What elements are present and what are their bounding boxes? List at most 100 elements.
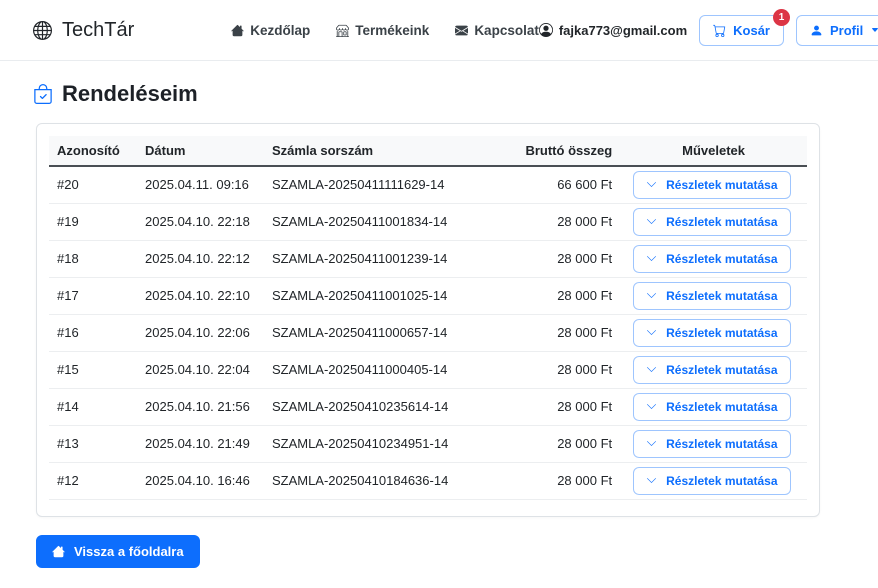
caret-down-icon	[872, 28, 878, 32]
order-date-cell: 2025.04.10. 21:49	[137, 425, 264, 463]
header-azonosito: Azonosító	[49, 136, 138, 167]
show-details-label: Részletek mutatása	[666, 251, 778, 266]
gross-total-cell: 28 000 Ft	[517, 351, 621, 389]
order-id-cell: #15	[49, 351, 138, 389]
brand-name: TechTár	[62, 18, 135, 41]
header-szamla-sorszam: Számla sorszám	[263, 136, 518, 167]
invoice-number-cell: SZAMLA-20250411000405-14	[263, 351, 518, 389]
orders-table-head: Azonosító Dátum Számla sorszám Bruttó ös…	[49, 136, 807, 167]
order-id-cell: #12	[49, 462, 138, 500]
order-date-cell: 2025.04.10. 22:10	[137, 277, 264, 315]
back-to-home-label: Vissza a főoldalra	[74, 543, 184, 559]
cart-icon	[713, 24, 726, 37]
chevron-down-icon	[647, 293, 657, 298]
chevron-down-icon	[647, 404, 657, 409]
profile-button-label: Profil	[830, 22, 864, 38]
gross-total-cell: 28 000 Ft	[517, 277, 621, 315]
show-details-button[interactable]: Részletek mutatása	[633, 281, 791, 310]
order-id-cell: #18	[49, 240, 138, 278]
invoice-number-cell: SZAMLA-20250411001834-14	[263, 203, 518, 241]
table-row: #16 2025.04.10. 22:06 SZAMLA-20250411000…	[49, 314, 807, 352]
table-row: #20 2025.04.11. 09:16 SZAMLA-20250411111…	[49, 166, 807, 204]
table-row: #12 2025.04.10. 16:46 SZAMLA-20250410184…	[49, 462, 807, 500]
invoice-number-cell: SZAMLA-20250410184636-14	[263, 462, 518, 500]
nav-item-termekeink[interactable]: Termékeink	[336, 23, 429, 38]
show-details-label: Részletek mutatása	[666, 362, 778, 377]
show-details-button[interactable]: Részletek mutatása	[633, 318, 791, 347]
footer-area: Vissza a főoldalra	[0, 517, 878, 588]
table-row: #19 2025.04.10. 22:18 SZAMLA-20250411001…	[49, 203, 807, 241]
cart-button[interactable]: Kosár 1	[699, 8, 790, 46]
gross-total-cell: 28 000 Ft	[517, 388, 621, 426]
top-navbar: TechTár Kezdőlap Termékeink Kapcsolat fa…	[0, 0, 878, 61]
table-row: #18 2025.04.10. 22:12 SZAMLA-20250411001…	[49, 240, 807, 278]
chevron-down-icon	[647, 478, 657, 483]
nav-item-kezdolap[interactable]: Kezdőlap	[231, 23, 310, 38]
order-id-cell: #14	[49, 388, 138, 426]
gross-total-cell: 28 000 Ft	[517, 203, 621, 241]
person-icon	[811, 25, 822, 35]
invoice-number-cell: SZAMLA-20250411111629-14	[263, 166, 518, 204]
order-id-cell: #17	[49, 277, 138, 315]
actions-cell: Részletek mutatása	[620, 388, 807, 426]
table-row: #15 2025.04.10. 22:04 SZAMLA-20250411000…	[49, 351, 807, 389]
header-datum: Dátum	[137, 136, 264, 167]
globe-icon	[33, 20, 52, 40]
actions-cell: Részletek mutatása	[620, 351, 807, 389]
back-to-home-button[interactable]: Vissza a főoldalra	[36, 534, 200, 568]
show-details-button[interactable]: Részletek mutatása	[633, 207, 791, 236]
actions-cell: Részletek mutatása	[620, 277, 807, 315]
house-icon	[231, 24, 244, 36]
chevron-down-icon	[647, 441, 657, 446]
main-content: Rendeléseim Azonosító Dátum Számla sorsz…	[0, 61, 878, 517]
cart-count-badge: 1	[773, 8, 790, 26]
envelope-icon	[455, 25, 469, 35]
chevron-down-icon	[647, 256, 657, 261]
actions-cell: Részletek mutatása	[620, 462, 807, 500]
show-details-label: Részletek mutatása	[666, 288, 778, 303]
profile-button[interactable]: Profil	[796, 14, 878, 46]
show-details-label: Részletek mutatása	[666, 177, 778, 192]
nav-item-label: Kapcsolat	[474, 22, 539, 38]
orders-table-body: #20 2025.04.11. 09:16 SZAMLA-20250411111…	[49, 166, 807, 500]
table-row: #14 2025.04.10. 21:56 SZAMLA-20250410235…	[49, 388, 807, 426]
invoice-number-cell: SZAMLA-20250411000657-14	[263, 314, 518, 352]
order-id-cell: #13	[49, 425, 138, 463]
nav-item-label: Termékeink	[355, 22, 430, 38]
user-email-text: fajka773@gmail.com	[558, 22, 688, 38]
show-details-button[interactable]: Részletek mutatása	[633, 244, 791, 273]
show-details-button[interactable]: Részletek mutatása	[633, 429, 791, 458]
nav-item-kapcsolat[interactable]: Kapcsolat	[455, 23, 539, 38]
order-date-cell: 2025.04.10. 22:06	[137, 314, 264, 352]
page-title-text: Rendeléseim	[62, 81, 198, 106]
chevron-down-icon	[647, 367, 657, 372]
gross-total-cell: 28 000 Ft	[517, 240, 621, 278]
actions-cell: Részletek mutatása	[620, 166, 807, 204]
order-date-cell: 2025.04.10. 21:56	[137, 388, 264, 426]
order-date-cell: 2025.04.10. 22:04	[137, 351, 264, 389]
chevron-down-icon	[647, 330, 657, 335]
chevron-down-icon	[647, 219, 657, 224]
invoice-number-cell: SZAMLA-20250410234951-14	[263, 425, 518, 463]
show-details-button[interactable]: Részletek mutatása	[633, 355, 791, 384]
table-row: #17 2025.04.10. 22:10 SZAMLA-20250411001…	[49, 277, 807, 315]
invoice-number-cell: SZAMLA-20250411001239-14	[263, 240, 518, 278]
table-row: #13 2025.04.10. 21:49 SZAMLA-20250410234…	[49, 425, 807, 463]
orders-table: Azonosító Dátum Számla sorszám Bruttó ös…	[49, 136, 807, 500]
order-date-cell: 2025.04.10. 22:12	[137, 240, 264, 278]
order-date-cell: 2025.04.11. 09:16	[137, 166, 264, 204]
show-details-button[interactable]: Részletek mutatása	[633, 392, 791, 421]
show-details-button[interactable]: Részletek mutatása	[633, 170, 791, 199]
show-details-button[interactable]: Részletek mutatása	[633, 466, 791, 495]
show-details-label: Részletek mutatása	[666, 436, 778, 451]
cart-button-label: Kosár	[733, 22, 770, 38]
brand-logo[interactable]: TechTár	[33, 19, 134, 42]
user-email: fajka773@gmail.com	[538, 22, 688, 38]
orders-card: Azonosító Dátum Számla sorszám Bruttó ös…	[36, 123, 820, 517]
order-id-cell: #16	[49, 314, 138, 352]
house-icon	[52, 545, 65, 557]
navbar-right-group: fajka773@gmail.com Kosár 1 Profil	[538, 8, 878, 46]
nav-item-label: Kezdőlap	[250, 22, 311, 38]
actions-cell: Részletek mutatása	[620, 314, 807, 352]
invoice-number-cell: SZAMLA-20250411001025-14	[263, 277, 518, 315]
